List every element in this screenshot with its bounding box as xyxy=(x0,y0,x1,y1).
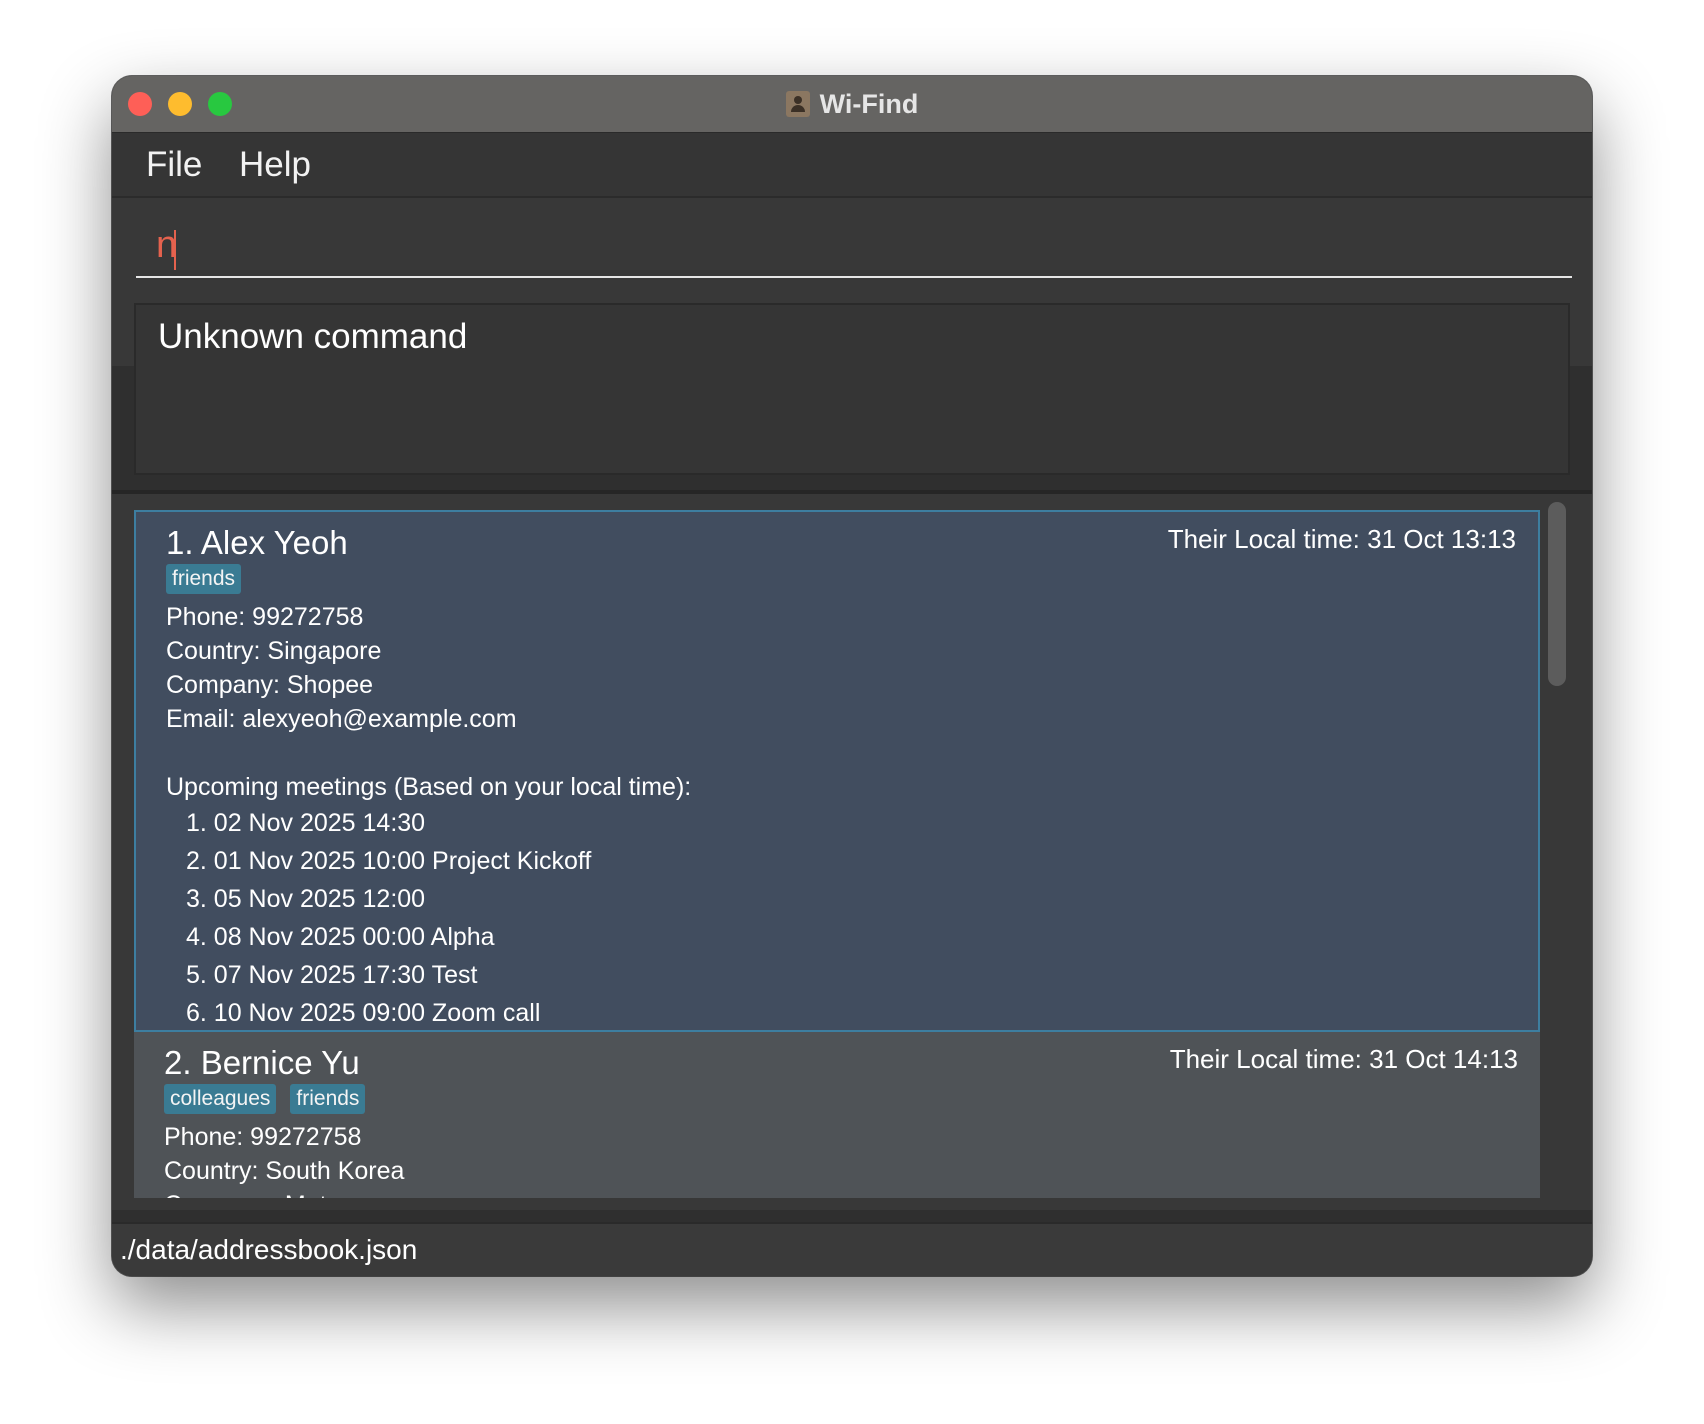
result-display[interactable]: Unknown command xyxy=(134,303,1570,475)
tag-badge: friends xyxy=(290,1084,366,1114)
scrollbar-thumb[interactable] xyxy=(1548,502,1566,686)
meeting-item: 3. 05 Nov 2025 12:00 xyxy=(186,885,426,913)
person-local-time: Their Local time: 31 Oct 13:13 xyxy=(1167,524,1516,554)
tag-badge: friends xyxy=(166,564,242,594)
person-list[interactable]: 1. Alex Yeoh Their Local time: 31 Oct 13… xyxy=(134,510,1540,1198)
meeting-list: 1. 02 Nov 2025 14:30 2. 01 Nov 2025 10:0… xyxy=(166,804,691,1032)
status-bar: ./data/addressbook.json xyxy=(112,1222,1592,1276)
result-message: Unknown command xyxy=(158,317,468,356)
person-card[interactable]: 2. Bernice Yu Their Local time: 31 Oct 1… xyxy=(134,1032,1540,1198)
menu-help[interactable]: Help xyxy=(239,145,311,185)
person-name: 2. Bernice Yu xyxy=(164,1044,360,1081)
address-book-icon xyxy=(785,91,810,117)
save-location: ./data/addressbook.json xyxy=(120,1234,418,1265)
title-bar: Wi-Find xyxy=(112,76,1592,133)
text-caret xyxy=(174,230,176,270)
tag-badge: colleagues xyxy=(164,1084,277,1114)
person-email: Email: alexyeoh@example.com xyxy=(166,705,517,733)
meeting-item: 6. 10 Nov 2025 09:00 Zoom call xyxy=(186,999,541,1027)
list-scrollbar[interactable] xyxy=(1548,502,1566,1190)
window-title-group: Wi-Find xyxy=(112,76,1592,132)
window-title: Wi-Find xyxy=(819,88,919,119)
meetings-header: Upcoming meetings (Based on your local t… xyxy=(166,773,692,801)
person-list-panel: 1. Alex Yeoh Their Local time: 31 Oct 13… xyxy=(112,494,1592,1210)
person-details: Phone: 99272758 Country: South Korea Com… xyxy=(164,1120,404,1198)
person-company: Company: Shopee xyxy=(166,671,374,699)
meeting-item: 2. 01 Nov 2025 10:00 Project Kickoff xyxy=(186,847,592,875)
meeting-item: 4. 08 Nov 2025 00:00 Alpha xyxy=(186,923,495,951)
person-company: Company: Meta xyxy=(164,1188,404,1198)
person-phone: Phone: 99272758 xyxy=(164,1123,362,1151)
person-phone: Phone: 99272758 xyxy=(166,603,364,631)
person-country: Country: Singapore xyxy=(166,637,382,665)
person-name: 1. Alex Yeoh xyxy=(166,524,348,561)
meeting-item: 5. 07 Nov 2025 17:30 Test xyxy=(186,961,478,989)
person-local-time: Their Local time: 31 Oct 14:13 xyxy=(1169,1044,1518,1074)
meeting-item: 1. 02 Nov 2025 14:30 xyxy=(186,809,426,837)
command-input[interactable]: n xyxy=(136,220,1572,278)
person-card[interactable]: 1. Alex Yeoh Their Local time: 31 Oct 13… xyxy=(134,510,1540,1032)
tag-list: colleagues friends xyxy=(164,1084,366,1114)
person-country: Country: South Korea xyxy=(164,1157,405,1185)
tag-list: friends xyxy=(166,564,242,594)
app-window: Wi-Find File Help n Unknown command 1. A… xyxy=(112,76,1592,1276)
menu-bar: File Help xyxy=(112,133,1592,198)
menu-file[interactable]: File xyxy=(146,145,202,185)
person-details: Phone: 99272758 Country: Singapore Compa… xyxy=(166,600,691,1032)
